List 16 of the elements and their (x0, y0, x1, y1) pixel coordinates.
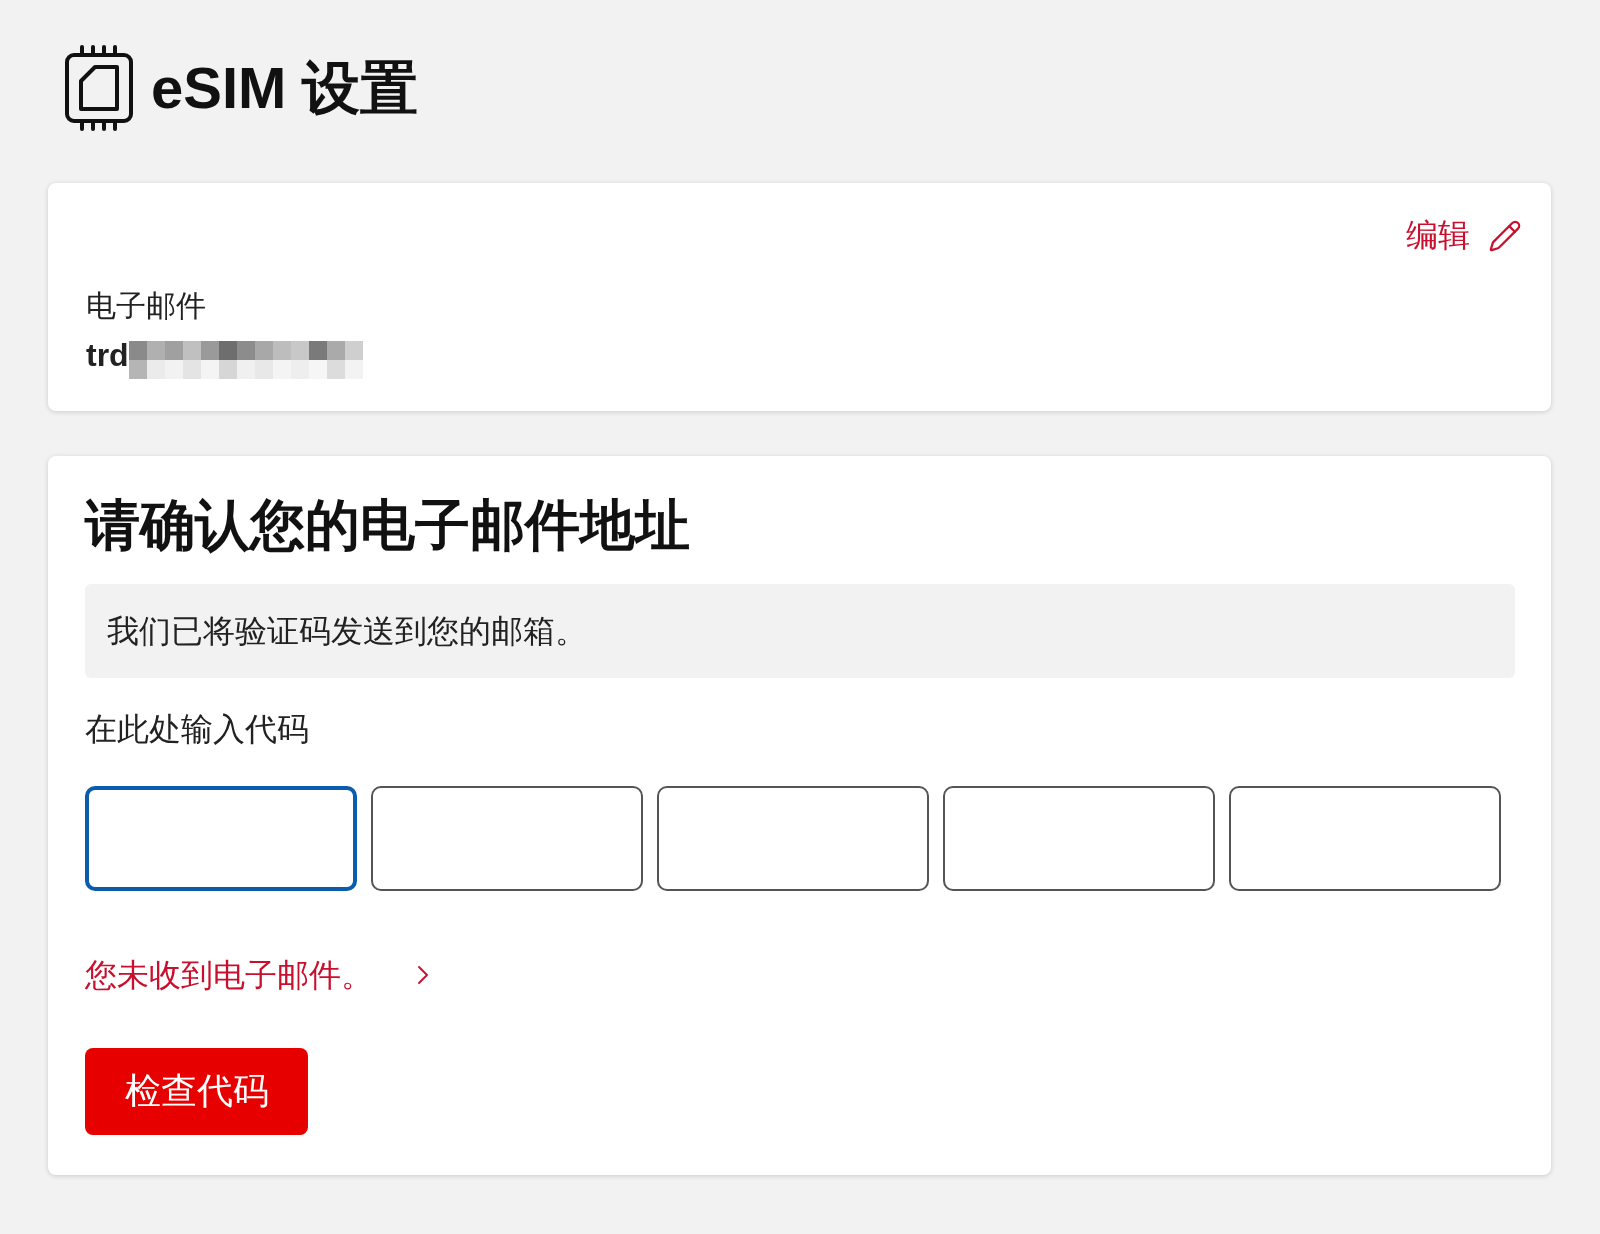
edit-link[interactable]: 编辑 (1406, 215, 1522, 257)
email-label: 电子邮件 (86, 287, 206, 324)
check-code-button[interactable]: 检查代码 (85, 1047, 308, 1135)
sim-chip-icon (65, 45, 133, 131)
code-label: 在此处输入代码 (85, 710, 309, 749)
code-input-field[interactable] (1229, 785, 1501, 891)
code-input-field[interactable] (85, 785, 357, 891)
notice-text: 我们已将验证码发送到您的邮箱。 (107, 611, 587, 651)
code-input-field[interactable] (657, 785, 929, 891)
email-value: trd (86, 335, 129, 375)
pencil-icon (1488, 218, 1522, 253)
resend-link[interactable]: 您未收到电子邮件。 (85, 952, 439, 998)
code-input-field[interactable] (371, 785, 643, 891)
page-title: eSIM 设置 (151, 54, 419, 123)
code-input-field[interactable] (943, 785, 1215, 891)
verify-heading: 请确认您的电子邮件地址 (85, 493, 690, 558)
